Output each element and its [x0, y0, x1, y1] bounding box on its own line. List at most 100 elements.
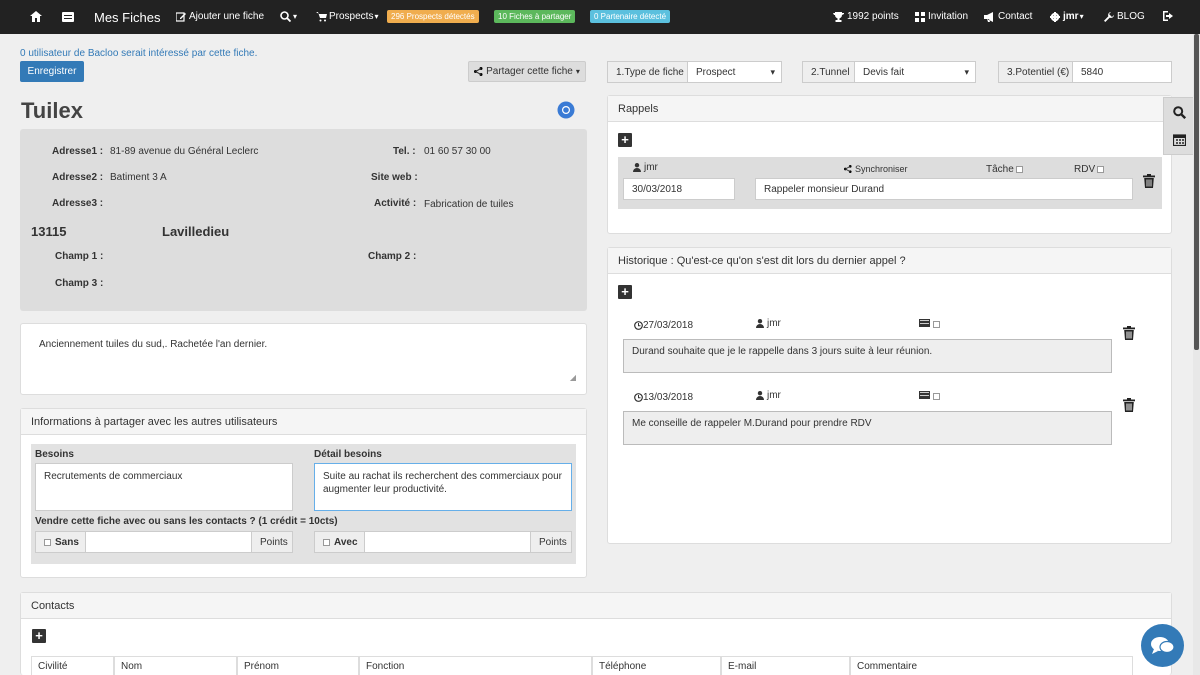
history-checkbox[interactable] [932, 320, 940, 328]
share-info-block: Besoins Recrutements de commerciaux Déta… [31, 444, 576, 564]
type-label: 1.Type de fiche [607, 61, 688, 83]
city: Lavilledieu [162, 224, 230, 239]
history-date: 13/03/2018 [634, 392, 693, 403]
share-icon [474, 67, 483, 76]
contacts-title: Contacts [21, 593, 1171, 619]
interest-notice[interactable]: 0 utilisateur de Bacloo serait intéressé… [20, 48, 257, 59]
chrome-icon[interactable] [557, 101, 575, 122]
contact-link[interactable]: Contact [984, 11, 1032, 22]
tunnel-select[interactable]: Devis fait [854, 61, 976, 83]
search-icon[interactable] [1173, 106, 1187, 122]
besoins-label: Besoins [35, 449, 74, 460]
brand-mes-fiches[interactable]: Mes Fiches [94, 10, 160, 25]
col-nom[interactable]: Nom [114, 656, 237, 675]
avec-points-input[interactable] [364, 531, 531, 553]
gear-icon [1050, 11, 1060, 22]
search-dropdown[interactable]: ▾ [280, 11, 297, 22]
rappels-panel: Rappels + jmr Synchroniser Tâche RDV 30/… [607, 95, 1172, 234]
add-contact-button[interactable]: + [32, 629, 46, 643]
sans-checkbox[interactable] [44, 538, 51, 546]
rdv-option[interactable]: RDV [1074, 164, 1105, 175]
save-button[interactable]: Enregistrer [20, 61, 84, 82]
user-menu[interactable]: jmr ▾ [1050, 11, 1084, 22]
detail-besoins-label: Détail besoins [314, 449, 382, 460]
invitation-label: Invitation [928, 11, 969, 22]
col-commentaire[interactable]: Commentaire [850, 656, 1133, 675]
share-info-title: Informations à partager avec les autres … [21, 409, 586, 435]
tache-checkbox[interactable] [1015, 165, 1023, 173]
besoins-textarea[interactable]: Recrutements de commerciaux [35, 463, 293, 511]
type-select[interactable]: Prospect [687, 61, 782, 83]
history-text[interactable]: Durand souhaite que je le rappelle dans … [623, 339, 1112, 373]
historique-panel: Historique : Qu'est-ce qu'on s'est dit l… [607, 247, 1172, 544]
scrollbar-thumb[interactable] [1194, 34, 1199, 350]
prospects-dropdown[interactable]: Prospects ▾ [316, 11, 378, 22]
share-info-panel: Informations à partager avec les autres … [20, 408, 587, 578]
cart-icon [316, 11, 327, 21]
history-checkbox[interactable] [932, 392, 940, 400]
history-email-toggle[interactable] [919, 319, 940, 330]
rappel-text-input[interactable]: Rappeler monsieur Durand [755, 178, 1133, 200]
col-telephone[interactable]: Téléphone [592, 656, 721, 675]
rappel-row: jmr Synchroniser Tâche RDV 30/03/2018 Ra… [618, 157, 1162, 209]
side-toolbar [1163, 97, 1195, 155]
avec-checkbox[interactable] [323, 538, 330, 546]
caret-down-icon: ▾ [1079, 12, 1084, 21]
trophy-icon [833, 11, 844, 22]
points-label: 1992 points [847, 11, 899, 22]
bullhorn-icon [984, 11, 993, 22]
history-user: jmr [756, 390, 781, 401]
col-prenom[interactable]: Prénom [237, 656, 359, 675]
trash-icon[interactable] [1143, 174, 1155, 191]
sans-points-input[interactable] [85, 531, 252, 553]
chat-button[interactable] [1141, 624, 1184, 667]
add-rappel-button[interactable]: + [618, 133, 632, 147]
adresse2-label: Adresse2 : [52, 172, 104, 183]
sans-option[interactable]: Sans [35, 531, 86, 553]
add-fiche-label: Ajouter une fiche [189, 11, 265, 22]
tel-label: Tel. : [393, 146, 416, 157]
prospects-label: Prospects [329, 11, 374, 22]
logout-icon[interactable] [1163, 11, 1174, 21]
col-civilite[interactable]: Civilité [31, 656, 114, 675]
invitation-link[interactable]: Invitation [915, 11, 968, 22]
rdv-label: RDV [1074, 164, 1096, 175]
history-email-toggle[interactable] [919, 391, 940, 402]
partenaire-badge[interactable]: 0 Partenaire détecté [590, 10, 671, 23]
sans-label: Sans [55, 536, 79, 548]
home-icon[interactable] [30, 11, 42, 22]
detail-besoins-textarea[interactable]: Suite au rachat ils recherchent des comm… [314, 463, 572, 511]
adresse3-label: Adresse3 : [52, 198, 104, 209]
share-button[interactable]: Partager cette fiche ▾ [468, 61, 586, 82]
col-fonction[interactable]: Fonction [359, 656, 592, 675]
card-icon[interactable] [62, 12, 74, 22]
trash-icon[interactable] [1123, 398, 1135, 415]
contact-label: Contact [998, 11, 1033, 22]
col-email[interactable]: E-mail [721, 656, 850, 675]
tache-option[interactable]: Tâche [986, 164, 1023, 175]
history-text[interactable]: Me conseille de rappeler M.Durand pour p… [623, 411, 1112, 445]
notes-text[interactable]: Anciennement tuiles du sud,. Rachetée l'… [39, 339, 267, 350]
company-info-block: Adresse1 : 81-89 avenue du Général Lecle… [20, 129, 587, 311]
history-date-label: 27/03/2018 [643, 320, 694, 331]
sync-link[interactable]: Synchroniser [844, 164, 908, 174]
fiches-badge[interactable]: 10 Fiches à partager [494, 10, 576, 23]
tunnel-label: 2.Tunnel [802, 61, 855, 83]
user-icon [756, 319, 764, 328]
rdv-checkbox[interactable] [1097, 165, 1105, 173]
clock-icon [634, 393, 643, 402]
rappel-date-input[interactable]: 30/03/2018 [623, 178, 735, 200]
calendar-icon[interactable] [1172, 133, 1187, 149]
scrollbar[interactable] [1193, 34, 1200, 675]
prospects-badge[interactable]: 296 Prospects détectés [387, 10, 479, 23]
resize-icon[interactable]: ◢ [570, 373, 576, 382]
add-historique-button[interactable]: + [618, 285, 632, 299]
potentiel-input[interactable]: 5840 [1072, 61, 1172, 83]
points-link[interactable]: 1992 points [833, 11, 899, 22]
grid-icon [915, 11, 925, 22]
activite-value: Fabrication de tuiles [424, 199, 514, 210]
blog-link[interactable]: BLOG [1104, 11, 1145, 22]
add-fiche-link[interactable]: Ajouter une fiche [176, 11, 264, 22]
trash-icon[interactable] [1123, 326, 1135, 343]
avec-option[interactable]: Avec [314, 531, 365, 553]
